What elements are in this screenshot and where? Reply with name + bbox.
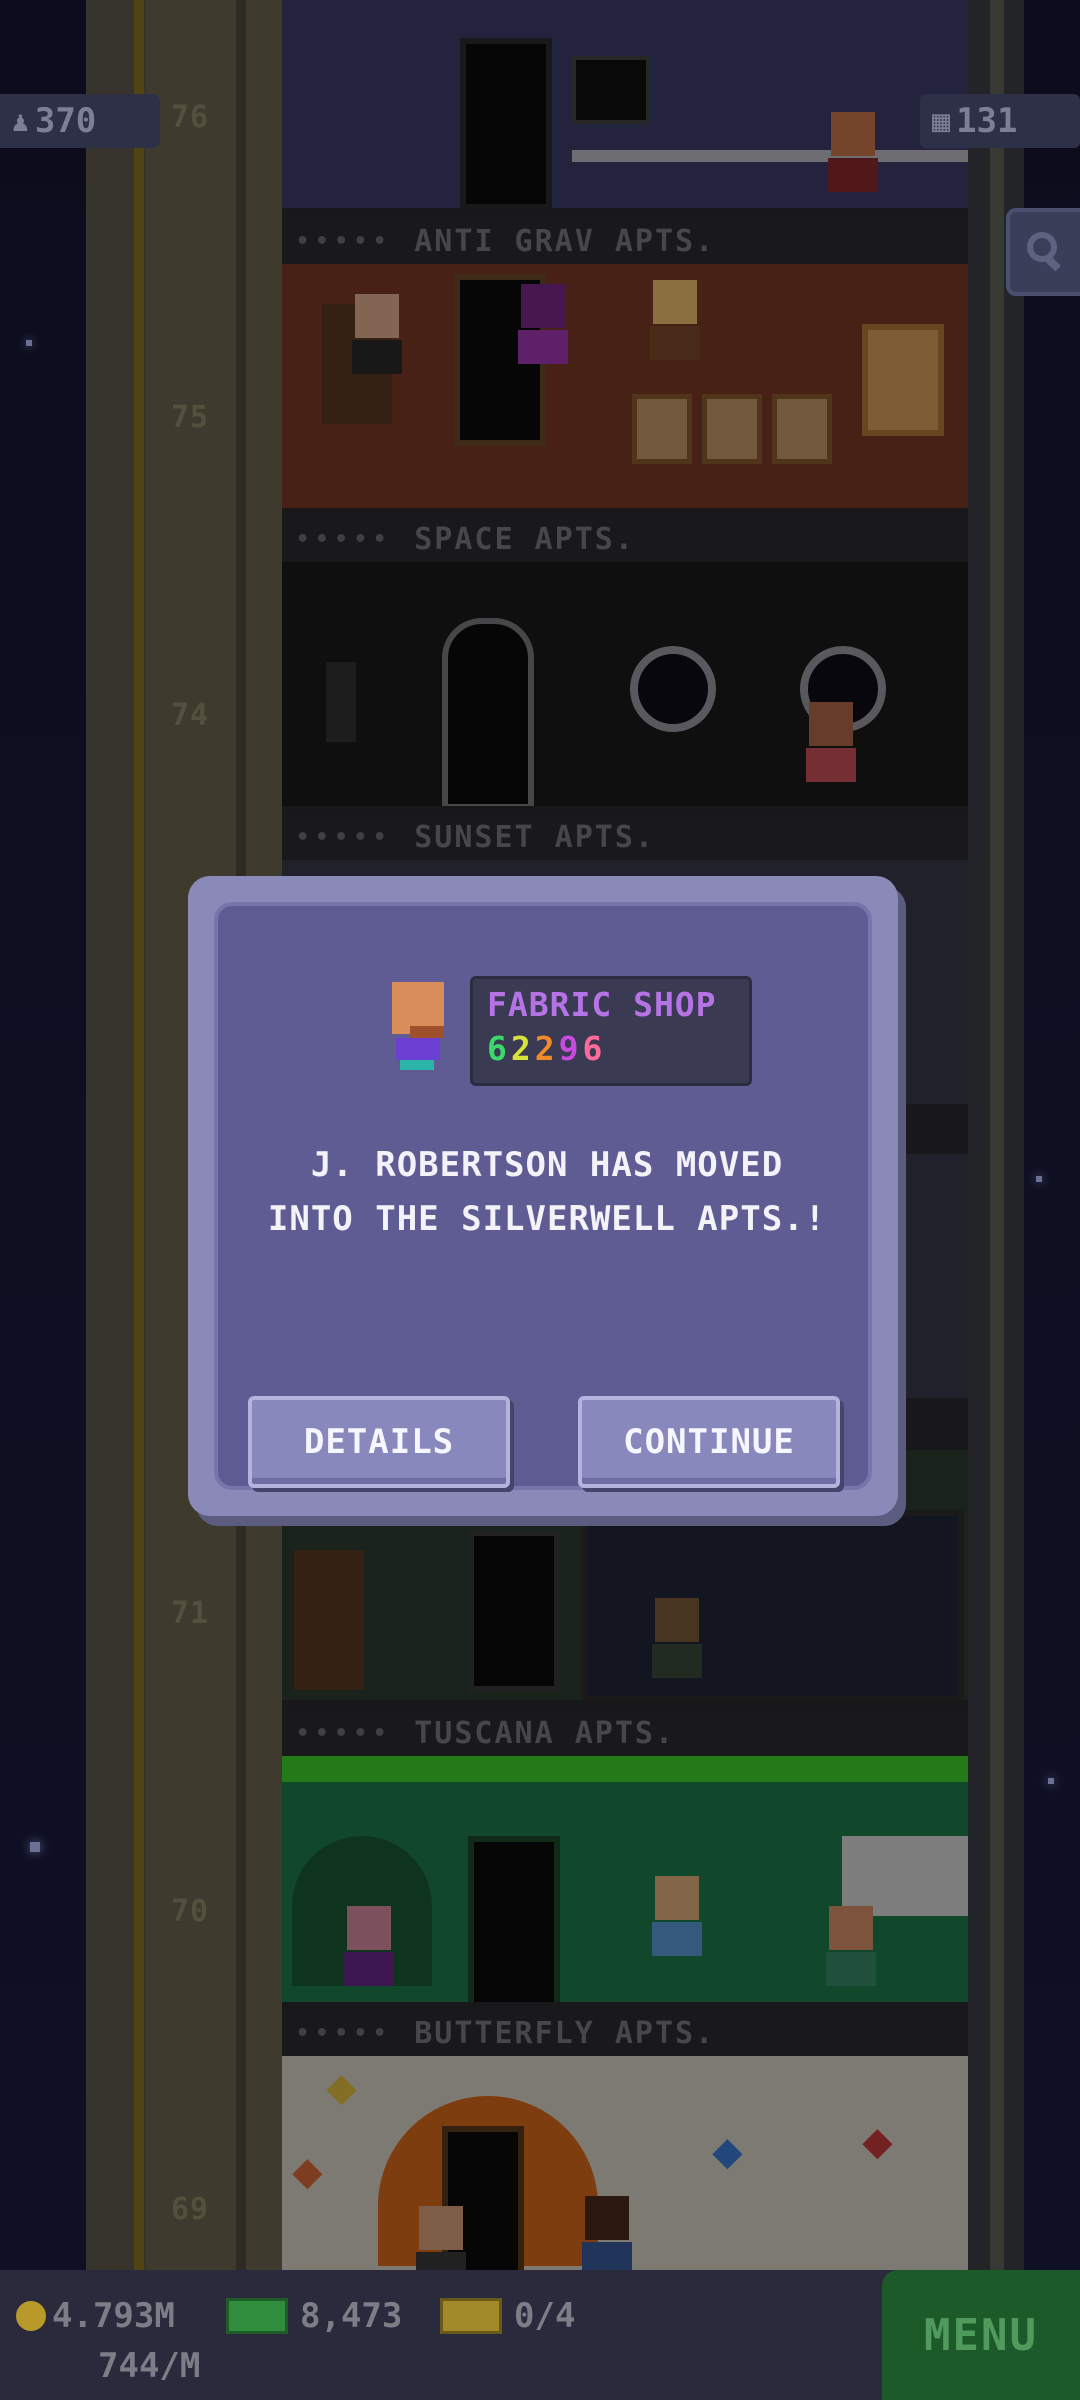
resident-avatar: [386, 982, 452, 1078]
tower-bux-counter[interactable]: 8,473: [226, 2296, 402, 2336]
details-button[interactable]: DETAILS: [248, 1396, 510, 1488]
population-value: 370: [34, 101, 97, 141]
tower-bux-icon: [226, 2298, 288, 2334]
coins-counter[interactable]: 4.793M: [16, 2296, 175, 2336]
floors-counter[interactable]: ▦ 131: [920, 94, 1080, 148]
coin-icon: [16, 2301, 46, 2331]
coin-rate: 744/M: [98, 2346, 200, 2386]
move-in-dialog: FABRIC SHOP 62296 J. ROBERTSON HAS MOVED…: [188, 876, 898, 1516]
tickets-counter[interactable]: 0/4: [440, 2296, 575, 2336]
dialog-panel: FABRIC SHOP 62296 J. ROBERTSON HAS MOVED…: [214, 902, 872, 1490]
continue-button[interactable]: CONTINUE: [578, 1396, 840, 1488]
floors-value: 131: [956, 101, 1018, 141]
coin-rate-value: 744/M: [98, 2346, 201, 2386]
workplace-name: FABRIC SHOP: [487, 985, 717, 1024]
menu-button[interactable]: MENU: [882, 2270, 1080, 2400]
tickets-value: 0/4: [514, 2296, 576, 2336]
tower-bux-value: 8,473: [300, 2296, 403, 2336]
coins-value: 4.793M: [52, 2296, 175, 2336]
person-icon: ♟: [12, 104, 29, 138]
dialog-message: J. ROBERTSON HAS MOVED INTO THE SILVERWE…: [238, 1138, 856, 1246]
workplace-card[interactable]: FABRIC SHOP 62296: [470, 976, 752, 1086]
search-button[interactable]: [1006, 208, 1080, 296]
building-icon: ▦: [932, 103, 951, 139]
population-counter[interactable]: ♟ 370: [0, 94, 160, 148]
resident-dream-code: 62296: [487, 1029, 607, 1068]
magnifier-icon: [1027, 232, 1061, 272]
message-line: INTO THE SILVERWELL APTS.!: [267, 1199, 827, 1239]
ticket-icon: [440, 2298, 502, 2334]
message-line: J. ROBERTSON HAS MOVED: [310, 1145, 784, 1185]
